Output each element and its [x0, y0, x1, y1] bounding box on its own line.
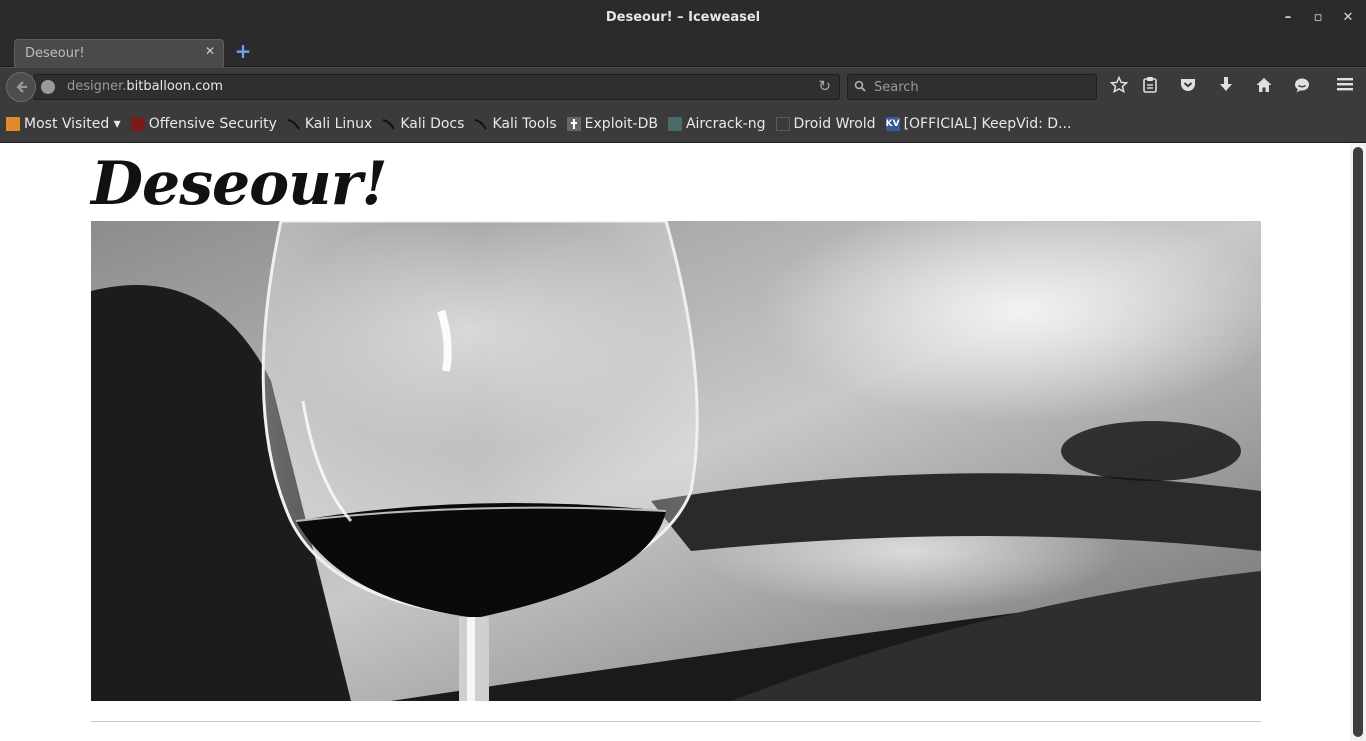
menu-icon[interactable]	[1334, 76, 1356, 98]
window-title: Deseour! – Iceweasel	[605, 10, 761, 25]
window-titlebar: Deseour! – Iceweasel – ▫ ✕	[0, 0, 1366, 36]
tab-strip: Deseour! ✕ +	[0, 36, 1366, 67]
bookmark-keepvid[interactable]: KV [OFFICIAL] KeepVid: D...	[885, 115, 1072, 132]
new-tab-button[interactable]: +	[232, 40, 254, 62]
content-divider	[91, 721, 1261, 722]
search-icon	[854, 80, 866, 92]
vertical-scrollbar[interactable]	[1350, 143, 1366, 741]
wine-glass-photo	[91, 221, 1261, 701]
chat-icon[interactable]	[1291, 76, 1313, 98]
close-window-button[interactable]: ✕	[1338, 8, 1358, 28]
kali-icon	[475, 118, 488, 130]
globe-icon	[41, 80, 55, 94]
aircrack-icon	[667, 116, 682, 131]
home-icon[interactable]	[1253, 76, 1275, 98]
search-input[interactable]	[872, 77, 1092, 97]
bookmark-kali-linux[interactable]: Kali Linux	[287, 116, 372, 132]
bookmark-label: Offensive Security	[148, 115, 277, 132]
bookmark-offensive-security[interactable]: Offensive Security	[130, 115, 277, 132]
bookmark-most-visited[interactable]: Most Visited ▾	[6, 116, 121, 132]
reading-list-icon[interactable]	[1139, 76, 1161, 98]
bookmark-star-icon[interactable]	[1108, 75, 1130, 98]
tab-close-icon[interactable]: ✕	[205, 44, 215, 58]
url-subdomain: designer.	[67, 79, 127, 94]
back-button[interactable]	[6, 72, 36, 102]
hero-image	[91, 221, 1261, 701]
bookmark-label: Exploit-DB	[584, 115, 658, 132]
search-bar[interactable]	[847, 74, 1097, 100]
bookmark-kali-tools[interactable]: Kali Tools	[474, 115, 557, 132]
offsec-icon	[130, 116, 145, 131]
bookmark-exploit-db[interactable]: Exploit-DB	[566, 115, 658, 132]
blank-page-icon	[775, 116, 790, 131]
bookmark-label: Kali Linux	[304, 115, 373, 132]
tab-title: Deseour!	[25, 46, 85, 61]
bookmark-label: Droid Wrold	[793, 115, 876, 132]
url-domain: bitballoon.com	[126, 79, 223, 94]
page-title: Deseour!	[91, 149, 388, 219]
page-viewport: Deseour!	[0, 143, 1366, 741]
kali-icon	[383, 118, 396, 130]
url-text[interactable]: designer.bitballoon.com	[67, 79, 223, 94]
pocket-icon[interactable]	[1177, 76, 1199, 98]
url-bar[interactable]: designer.bitballoon.com ↻	[34, 74, 840, 100]
back-arrow-icon	[16, 81, 27, 93]
exploitdb-icon	[566, 116, 581, 131]
minimize-button[interactable]: –	[1278, 8, 1298, 28]
scrollbar-thumb[interactable]	[1353, 147, 1363, 737]
download-icon[interactable]	[1215, 76, 1237, 98]
bookmarks-toolbar: Most Visited ▾ Offensive Security Kali L…	[0, 105, 1366, 143]
reload-icon[interactable]: ↻	[818, 77, 831, 95]
bookmark-kali-docs[interactable]: Kali Docs	[382, 116, 464, 132]
kali-icon	[287, 118, 300, 130]
tab-deseour[interactable]: Deseour! ✕	[14, 39, 224, 67]
most-visited-icon	[6, 116, 20, 131]
maximize-button[interactable]: ▫	[1308, 8, 1328, 28]
bookmark-label: Kali Tools	[492, 115, 557, 132]
navigation-toolbar: designer.bitballoon.com ↻	[0, 67, 1366, 105]
keepvid-icon: KV	[885, 116, 900, 131]
bookmark-label: [OFFICIAL] KeepVid: D...	[903, 115, 1072, 132]
bookmark-aircrack-ng[interactable]: Aircrack-ng	[667, 115, 766, 132]
bookmark-label: Most Visited ▾	[24, 115, 121, 132]
bookmark-label: Aircrack-ng	[685, 115, 766, 132]
bookmark-label: Kali Docs	[400, 115, 465, 132]
bookmark-droid-wrold[interactable]: Droid Wrold	[775, 115, 876, 132]
